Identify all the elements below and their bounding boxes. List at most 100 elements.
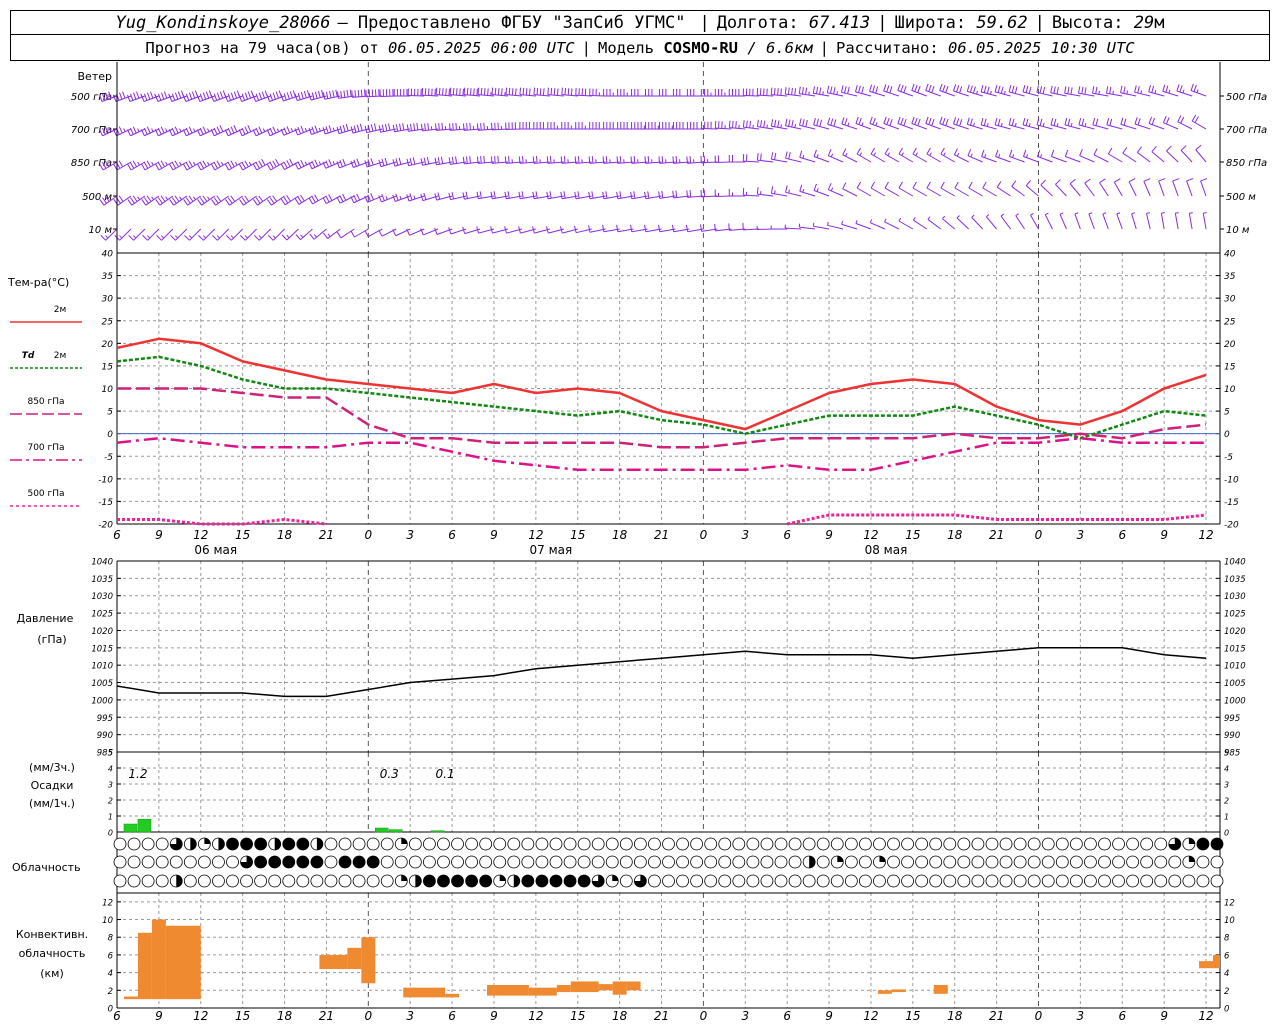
cloud-fill xyxy=(1188,838,1195,844)
wind-barb-flag xyxy=(160,235,165,239)
cloud-cover-symbol xyxy=(788,855,802,869)
wind-barb-flag xyxy=(253,235,260,241)
wind-barb-flag xyxy=(140,94,145,102)
wind-barb-flag xyxy=(826,85,830,93)
wind-barb-flag xyxy=(308,197,314,205)
wind-barb xyxy=(1064,149,1081,163)
wind-barb-flag xyxy=(700,224,703,232)
cloud-cover-symbol xyxy=(802,855,816,869)
wind-barb-flag xyxy=(983,118,987,126)
cloud-circle xyxy=(197,855,211,869)
cloud-circle xyxy=(858,855,872,869)
cloud-circle xyxy=(1126,874,1140,888)
cloud-circle xyxy=(212,855,225,869)
wind-barb-shaft xyxy=(1050,124,1067,130)
wind-barb-flag xyxy=(929,152,932,156)
wind-barb-shaft xyxy=(883,123,900,130)
cloud-circle xyxy=(999,837,1013,851)
x-tick-label: 18 xyxy=(277,1009,293,1023)
wind-barb-flag xyxy=(794,88,797,96)
cloud-circle xyxy=(915,837,929,851)
wind-barb xyxy=(519,87,536,97)
wind-barb-flag xyxy=(914,84,918,92)
wind-barb-flag xyxy=(1136,146,1142,153)
x-tick-label: 3 xyxy=(741,1009,749,1023)
cloud-circle xyxy=(732,837,746,851)
wind-barb-flag xyxy=(1070,87,1073,95)
wind-barb xyxy=(1202,212,1207,230)
precip-bar xyxy=(123,823,138,833)
wind-barb-flag xyxy=(247,125,252,132)
wind-barb-flag xyxy=(413,195,416,200)
x-tick-label: 21 xyxy=(319,1009,334,1023)
wind-barb-flag xyxy=(188,235,193,239)
wind-barb-shaft xyxy=(1064,92,1081,97)
wind-barb xyxy=(855,220,872,230)
wind-barb-flag xyxy=(986,123,989,127)
wind-barb-flag xyxy=(1095,118,1099,126)
wind-barb-flag xyxy=(742,120,745,128)
wind-barb-shaft xyxy=(912,153,928,163)
legend-2m-label: 2м xyxy=(54,305,67,315)
cloud-fill xyxy=(423,875,436,887)
wind-barb-flag xyxy=(327,233,331,237)
cloud-cover-symbol xyxy=(310,874,324,888)
wind-barb xyxy=(1036,149,1053,163)
wind-barb-flag xyxy=(819,119,823,127)
wind-barb-flag xyxy=(133,92,137,100)
cloud-cover-symbol xyxy=(282,837,296,851)
cloud-cover-symbol xyxy=(535,874,549,888)
cloud-cover-symbol xyxy=(633,855,647,869)
cloud-cover-symbol xyxy=(985,874,999,888)
cloud-circle xyxy=(493,855,507,869)
wind-barb-flag xyxy=(588,191,591,199)
cloud-cover-symbol xyxy=(830,855,844,869)
wind-barb-flag xyxy=(525,88,528,96)
temp-axis-tick-right: 10 xyxy=(1224,385,1236,395)
wind-barb-flag xyxy=(1081,86,1084,94)
wind-barb-flag xyxy=(647,191,650,199)
wind-barb-flag xyxy=(549,156,552,164)
wind-barb xyxy=(842,182,858,197)
cloud-circle xyxy=(887,874,900,888)
wind-barb-flag xyxy=(294,198,300,205)
cloud-cover-symbol xyxy=(1069,855,1083,869)
wind-barb xyxy=(240,228,257,241)
wind-barb xyxy=(925,116,941,130)
cloud-cover-symbol xyxy=(1055,855,1069,869)
wind-barb-flag xyxy=(633,156,636,164)
wind-barb-flag xyxy=(267,235,274,241)
wind-barb-flag xyxy=(342,124,346,132)
cloud-cover-symbol xyxy=(183,837,197,851)
wind-barb-flag xyxy=(434,227,438,235)
wind-barb-flag xyxy=(300,159,305,167)
wind-barb-flag xyxy=(953,84,957,92)
cloud-cover-symbol xyxy=(1182,837,1196,851)
wind-barb-flag xyxy=(174,92,179,100)
wind-barb-flag xyxy=(1008,117,1012,125)
wind-barb-shaft xyxy=(799,93,816,97)
cloud-circle xyxy=(605,837,619,851)
cloud-fill xyxy=(879,856,886,862)
cloud-fill xyxy=(415,875,422,887)
wind-barb-flag xyxy=(1025,118,1029,126)
cloud-circle xyxy=(774,837,788,851)
wind-barb xyxy=(971,214,984,230)
wind-barb-flag xyxy=(898,217,902,222)
cloud-circle xyxy=(901,874,914,888)
wind-barb-flag xyxy=(658,224,661,232)
cloud-cover-symbol xyxy=(127,837,141,851)
wind-barb-flag xyxy=(292,90,296,98)
wind-barb-flag xyxy=(325,195,330,203)
wind-barb-flag xyxy=(844,86,847,94)
cloud-fill xyxy=(339,856,352,868)
wind-barb-flag xyxy=(160,195,166,202)
cloud-fill xyxy=(401,838,408,844)
wind-barb-flag xyxy=(351,90,353,98)
wind-barb-flag xyxy=(395,193,399,201)
wind-barb-flag xyxy=(337,91,340,99)
wind-barb-flag xyxy=(248,161,252,166)
wind-barb-flag xyxy=(272,195,278,202)
cloud-circle xyxy=(394,855,408,869)
wind-barb-flag xyxy=(255,162,260,169)
